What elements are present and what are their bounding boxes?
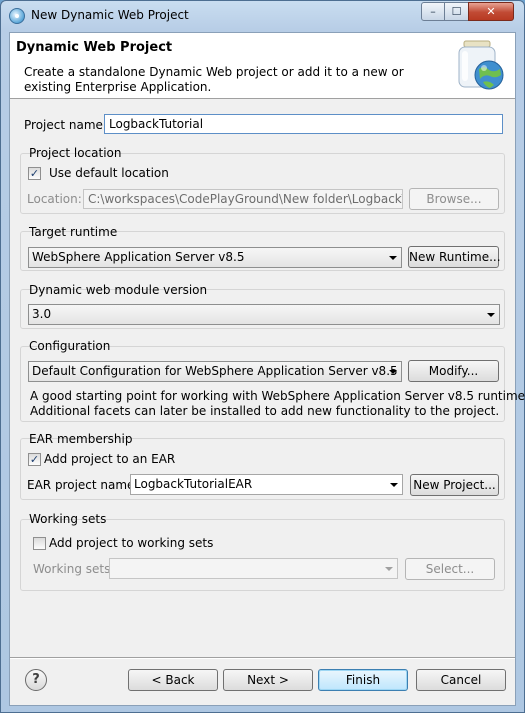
- module-version-group-label: Dynamic web module version: [29, 283, 208, 297]
- chevron-down-icon: [389, 370, 397, 374]
- cancel-button[interactable]: Cancel: [416, 669, 506, 691]
- add-to-ear-label: Add project to an EAR: [44, 452, 176, 466]
- finish-button[interactable]: Finish: [318, 669, 408, 691]
- target-runtime-value: WebSphere Application Server v8.5: [32, 250, 245, 264]
- dialog-client-area: Dynamic Web Project Create a standalone …: [9, 32, 525, 706]
- working-sets-group: [20, 519, 505, 591]
- checkmark-icon: ✓: [29, 167, 40, 180]
- configuration-info-line2: Additional facets can later be installed…: [30, 404, 500, 418]
- add-to-working-sets-label: Add project to working sets: [49, 536, 214, 550]
- chevron-down-icon: [385, 567, 393, 571]
- add-to-ear-checkbox[interactable]: ✓: [28, 453, 41, 466]
- wizard-banner: Dynamic Web Project Create a standalone …: [10, 33, 515, 99]
- use-default-location-checkbox[interactable]: ✓: [28, 167, 41, 180]
- maximize-button[interactable]: ☐: [444, 2, 469, 21]
- minimize-button[interactable]: –: [421, 2, 445, 21]
- wizard-page-title: Dynamic Web Project: [16, 40, 173, 55]
- back-button[interactable]: < Back: [128, 669, 218, 691]
- modify-button[interactable]: Modify...: [408, 360, 499, 382]
- chevron-down-icon: [389, 256, 397, 260]
- configuration-info-line1: A good starting point for working with W…: [30, 389, 525, 403]
- select-button[interactable]: Select...: [405, 558, 495, 580]
- use-default-location-label: Use default location: [49, 166, 169, 180]
- title-bar[interactable]: New Dynamic Web Project – ☐ ✕: [1, 1, 524, 31]
- location-label: Location:: [27, 192, 82, 206]
- wizard-page-description: Create a standalone Dynamic Web project …: [24, 65, 404, 94]
- window-title: New Dynamic Web Project: [31, 8, 189, 22]
- project-location-group-label: Project location: [29, 146, 122, 160]
- configuration-select[interactable]: Default Configuration for WebSphere Appl…: [28, 361, 402, 382]
- close-button[interactable]: ✕: [468, 2, 514, 21]
- target-runtime-select[interactable]: WebSphere Application Server v8.5: [28, 247, 402, 268]
- checkmark-icon: ✓: [29, 453, 40, 466]
- dialog-window: New Dynamic Web Project – ☐ ✕ Dynamic We…: [0, 0, 525, 713]
- add-to-working-sets-checkbox[interactable]: [33, 537, 46, 550]
- ear-project-name-label: EAR project name:: [27, 478, 139, 492]
- module-version-select[interactable]: 3.0: [28, 304, 500, 325]
- footer-separator: [10, 657, 515, 659]
- configuration-group-label: Configuration: [29, 339, 111, 353]
- module-version-value: 3.0: [32, 307, 52, 321]
- working-sets-combo[interactable]: [109, 558, 398, 579]
- project-name-label: Project name:: [24, 118, 107, 132]
- browse-button[interactable]: Browse...: [409, 188, 499, 210]
- project-name-input[interactable]: LogbackTutorial: [104, 114, 503, 134]
- target-runtime-group-label: Target runtime: [29, 225, 118, 239]
- working-sets-group-label: Working sets: [29, 512, 107, 526]
- ear-project-name-value: LogbackTutorialEAR: [134, 477, 253, 491]
- working-sets-label: Working sets:: [33, 562, 115, 576]
- new-project-button[interactable]: New Project...: [410, 474, 499, 496]
- chevron-down-icon: [390, 483, 398, 487]
- help-icon[interactable]: ?: [25, 669, 47, 691]
- next-button[interactable]: Next >: [223, 669, 313, 691]
- new-runtime-button[interactable]: New Runtime...: [408, 246, 501, 268]
- chevron-down-icon: [487, 313, 495, 317]
- configuration-value: Default Configuration for WebSphere Appl…: [32, 364, 398, 378]
- web-project-jar-globe-icon: [458, 40, 504, 90]
- ear-project-name-combo[interactable]: LogbackTutorialEAR: [130, 474, 403, 495]
- ear-membership-group-label: EAR membership: [29, 432, 133, 446]
- location-input[interactable]: C:\workspaces\CodePlayGround\New folder\…: [83, 189, 403, 209]
- eclipse-globe-icon: [9, 8, 25, 24]
